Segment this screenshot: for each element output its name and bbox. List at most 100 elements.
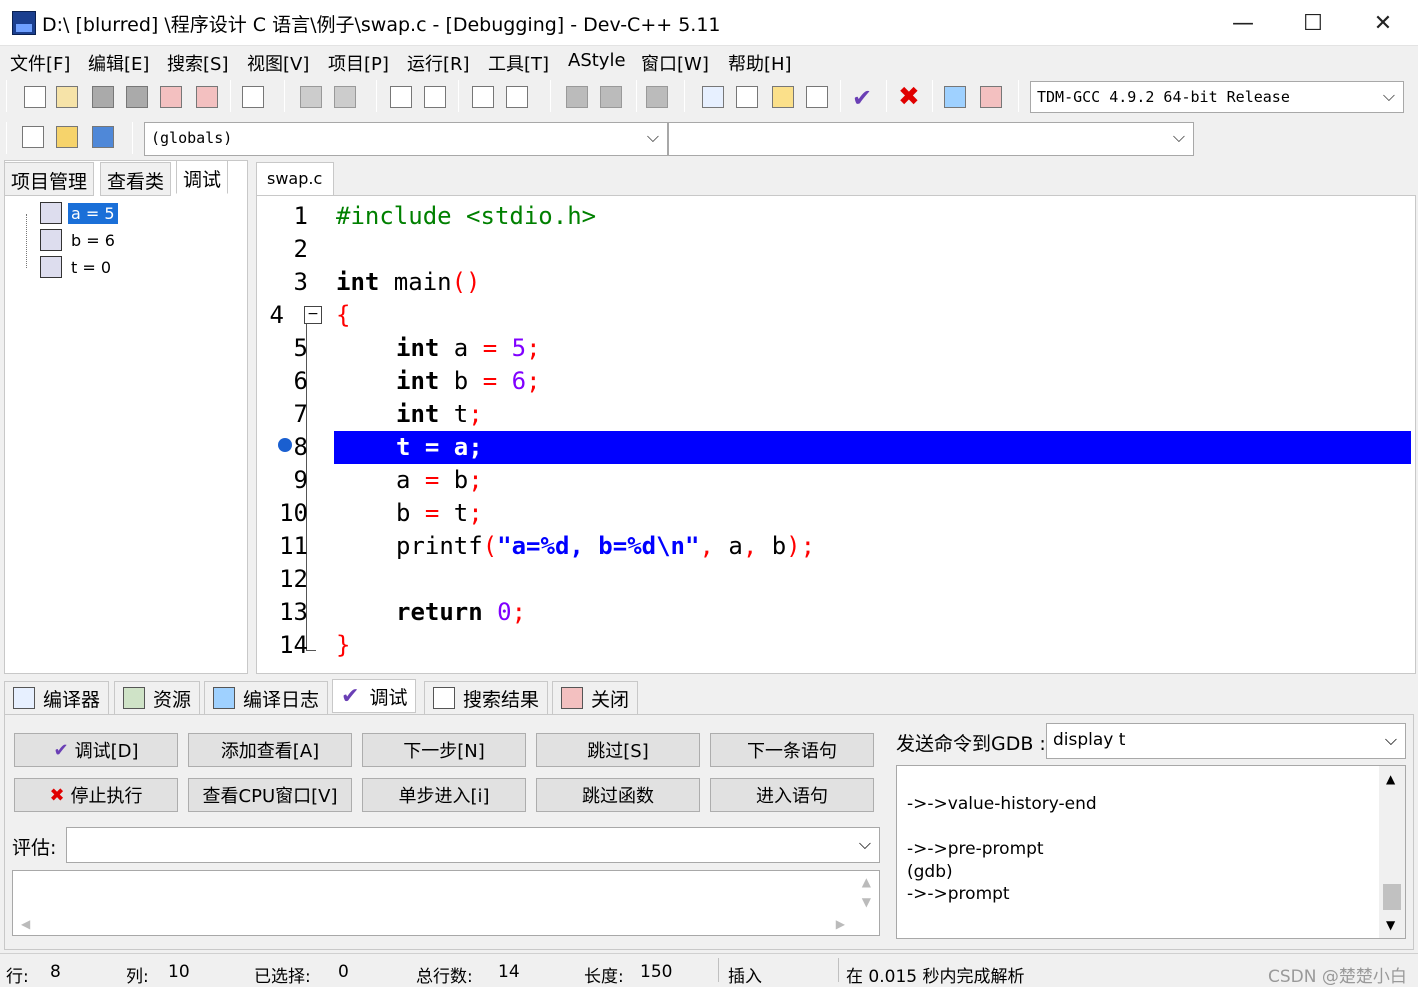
insert-icon[interactable] [22,126,44,148]
watch-item[interactable]: a = 5 [40,202,118,224]
menu-help[interactable]: 帮助[H] [728,50,792,76]
scrollbar-thumb[interactable] [1383,884,1401,910]
check-icon: ✔ [341,683,360,709]
save-icon[interactable] [92,86,114,108]
watch-item[interactable]: b = 6 [40,229,118,251]
undo-icon[interactable] [300,86,322,108]
close-file-icon[interactable] [160,86,182,108]
maximize-button[interactable]: ☐ [1278,0,1348,46]
class-browser-icon[interactable] [702,86,724,108]
tab-search-results[interactable]: 搜索结果 [424,681,549,715]
bookmark-icon[interactable] [506,86,528,108]
compiler-select-value: TDM-GCC 4.9.2 64-bit Release [1037,88,1290,106]
tab-compile-log[interactable]: 编译日志 [204,681,329,715]
code-keyword: int [396,334,440,362]
gdb-command-input[interactable]: display t ⌵ [1046,723,1406,759]
close-all-icon[interactable] [196,86,218,108]
stop-icon: ✖ [49,784,65,806]
menu-project[interactable]: 项目[P] [328,50,389,76]
into-statement-button[interactable]: 进入语句 [710,778,874,812]
line-number: 11 [279,532,308,560]
tab-debug[interactable]: 调试 [176,160,229,194]
code-keyword: int [336,268,380,296]
menu-bar: 文件[F] 编辑[E] 搜索[S] 视图[V] 项目[P] 运行[R] 工具[T… [0,46,1418,76]
editor-file-tab[interactable]: swap.c [256,162,334,196]
code-symbol: ; [526,367,541,395]
tile-windows-icon[interactable] [806,86,828,108]
line-number: 8 [293,433,308,461]
code-line-7: int t; [396,398,483,431]
current-line-highlight [334,431,1411,464]
fold-collapse-icon[interactable]: − [304,306,322,324]
next-step-button[interactable]: 下一步[N] [362,733,526,767]
scroll-up-icon[interactable]: ▲ [862,875,871,889]
tab-compiler[interactable]: 编译器 [4,681,110,715]
save-all-icon[interactable] [126,86,148,108]
chevron-down-icon[interactable]: ⌵ [859,834,871,854]
code-identifier: t [439,499,469,527]
menu-window[interactable]: 窗口[W] [641,50,709,76]
watch-label: b = 6 [71,230,115,250]
code-symbol: , [699,532,714,560]
step-into-button[interactable]: 单步进入[i] [362,778,526,812]
add-watch-button[interactable]: 添加查看[A] [188,733,352,767]
menu-edit[interactable]: 编辑[E] [88,50,149,76]
watch-label: a = 5 [68,202,118,224]
redo-icon[interactable] [334,86,356,108]
add-icon[interactable] [56,126,78,148]
code-symbol: = [424,466,440,494]
watch-item[interactable]: t = 0 [40,256,114,278]
compiler-select[interactable]: TDM-GCC 4.9.2 64-bit Release ⌵ [1030,81,1404,113]
open-file-icon[interactable] [56,86,78,108]
tab-project-manager[interactable]: 项目管理 [4,162,95,196]
scroll-left-icon[interactable]: ◀ [21,917,30,931]
skip-button[interactable]: 跳过[S] [536,733,700,767]
tab-label: 调试 [369,686,408,709]
title-bar: D:\ [blurred] \程序设计 C 语言\例子\swap.c - [De… [0,0,1418,46]
member-select[interactable]: ⌵ [668,122,1194,156]
chevron-down-icon[interactable]: ⌵ [1385,730,1397,750]
menu-astyle[interactable]: AStyle [568,50,626,71]
code-identifier: a [713,532,743,560]
indent-icon[interactable] [566,86,588,108]
scroll-right-icon[interactable]: ▶ [836,917,845,931]
minimize-button[interactable]: — [1208,0,1278,46]
menu-run[interactable]: 运行[R] [407,50,470,76]
tab-class-view[interactable]: 查看类 [100,162,172,196]
tab-debug-output[interactable]: ✔ 调试 [332,679,417,713]
new-file-icon[interactable] [24,86,46,108]
skip-function-button[interactable]: 跳过函数 [536,778,700,812]
chart-icon[interactable] [944,86,966,108]
find-icon[interactable] [390,86,412,108]
unindent-icon[interactable] [600,86,622,108]
toggle-comment-icon[interactable] [646,86,668,108]
stop-execution-button[interactable]: ✖ 停止执行 [14,778,178,812]
gdb-scrollbar[interactable]: ▲ ▼ [1379,766,1405,938]
debug-button[interactable]: ✔ 调试[D] [14,733,178,767]
view-cpu-window-button[interactable]: 查看CPU窗口[V] [188,778,352,812]
scroll-down-icon[interactable]: ▼ [862,895,871,909]
bookmark-toggle-icon[interactable] [92,126,114,148]
status-selected-label: 已选择: [254,967,311,987]
scope-select[interactable]: (globals) ⌵ [144,122,668,156]
check-syntax-icon[interactable]: ✔ [852,84,872,112]
replace-icon[interactable] [424,86,446,108]
tab-close[interactable]: 关闭 [552,681,639,715]
profile-delete-icon[interactable] [980,86,1002,108]
tab-resources[interactable]: 资源 [114,681,201,715]
next-statement-button[interactable]: 下一条语句 [710,733,874,767]
scroll-up-icon[interactable]: ▲ [1386,772,1395,786]
close-button[interactable]: ✕ [1348,0,1418,46]
fullscreen-icon[interactable] [736,86,758,108]
scroll-down-icon[interactable]: ▼ [1386,918,1395,932]
print-icon[interactable] [242,86,264,108]
check-icon: ✔ [53,739,69,761]
evaluate-input[interactable]: ⌵ [66,827,880,863]
goto-line-icon[interactable] [472,86,494,108]
stop-icon[interactable]: ✖ [898,82,920,112]
layout-icon[interactable] [772,86,794,108]
menu-view[interactable]: 视图[V] [247,50,309,76]
menu-tools[interactable]: 工具[T] [488,50,549,76]
menu-search[interactable]: 搜索[S] [167,50,228,76]
menu-file[interactable]: 文件[F] [10,50,70,76]
